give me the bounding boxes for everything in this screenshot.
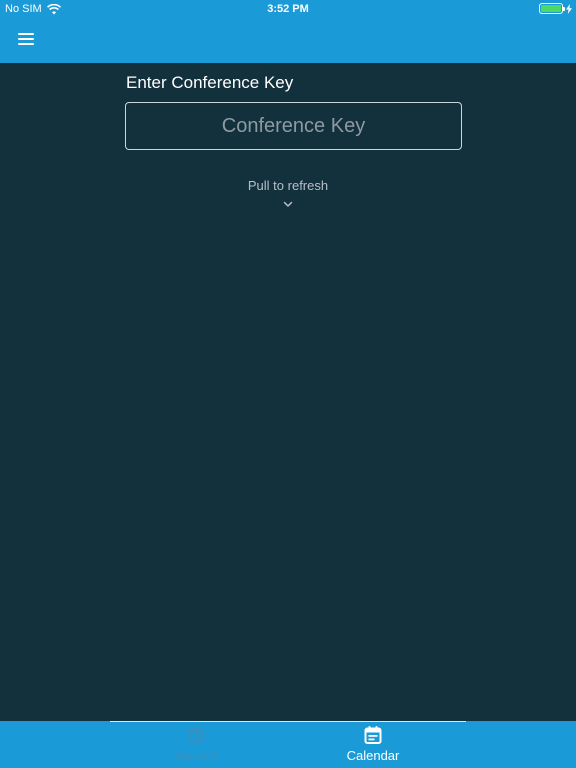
tab-bar-divider	[110, 721, 466, 722]
chevron-down-icon	[283, 201, 293, 207]
hamburger-line	[18, 38, 34, 40]
status-time: 3:52 PM	[267, 3, 309, 15]
tab-calendar-label: Calendar	[346, 748, 400, 763]
hamburger-line	[18, 33, 34, 35]
pull-to-refresh-label: Pull to refresh	[247, 178, 329, 193]
status-bar: No SIM 3:52 PM	[0, 0, 576, 18]
status-right	[539, 3, 572, 14]
conference-key-input[interactable]	[125, 102, 462, 150]
hamburger-icon[interactable]	[16, 30, 36, 50]
battery-fill	[541, 5, 561, 12]
bolt-icon	[566, 3, 572, 14]
nav-bar	[0, 18, 576, 63]
hamburger-line	[18, 43, 34, 45]
tab-calendar[interactable]: Calendar	[313, 725, 433, 767]
calendar-icon	[364, 726, 382, 744]
tab-recent[interactable]: Recent	[136, 725, 256, 767]
conference-key-label: Enter Conference Key	[126, 73, 294, 92]
history-icon	[186, 727, 205, 744]
tab-recent-label: Recent	[175, 748, 217, 763]
battery-icon	[539, 3, 565, 14]
battery-nub	[563, 7, 565, 11]
tab-bar: Recent Calendar	[0, 721, 576, 768]
main-content[interactable]: Enter Conference Key Pull to refresh	[0, 63, 576, 721]
